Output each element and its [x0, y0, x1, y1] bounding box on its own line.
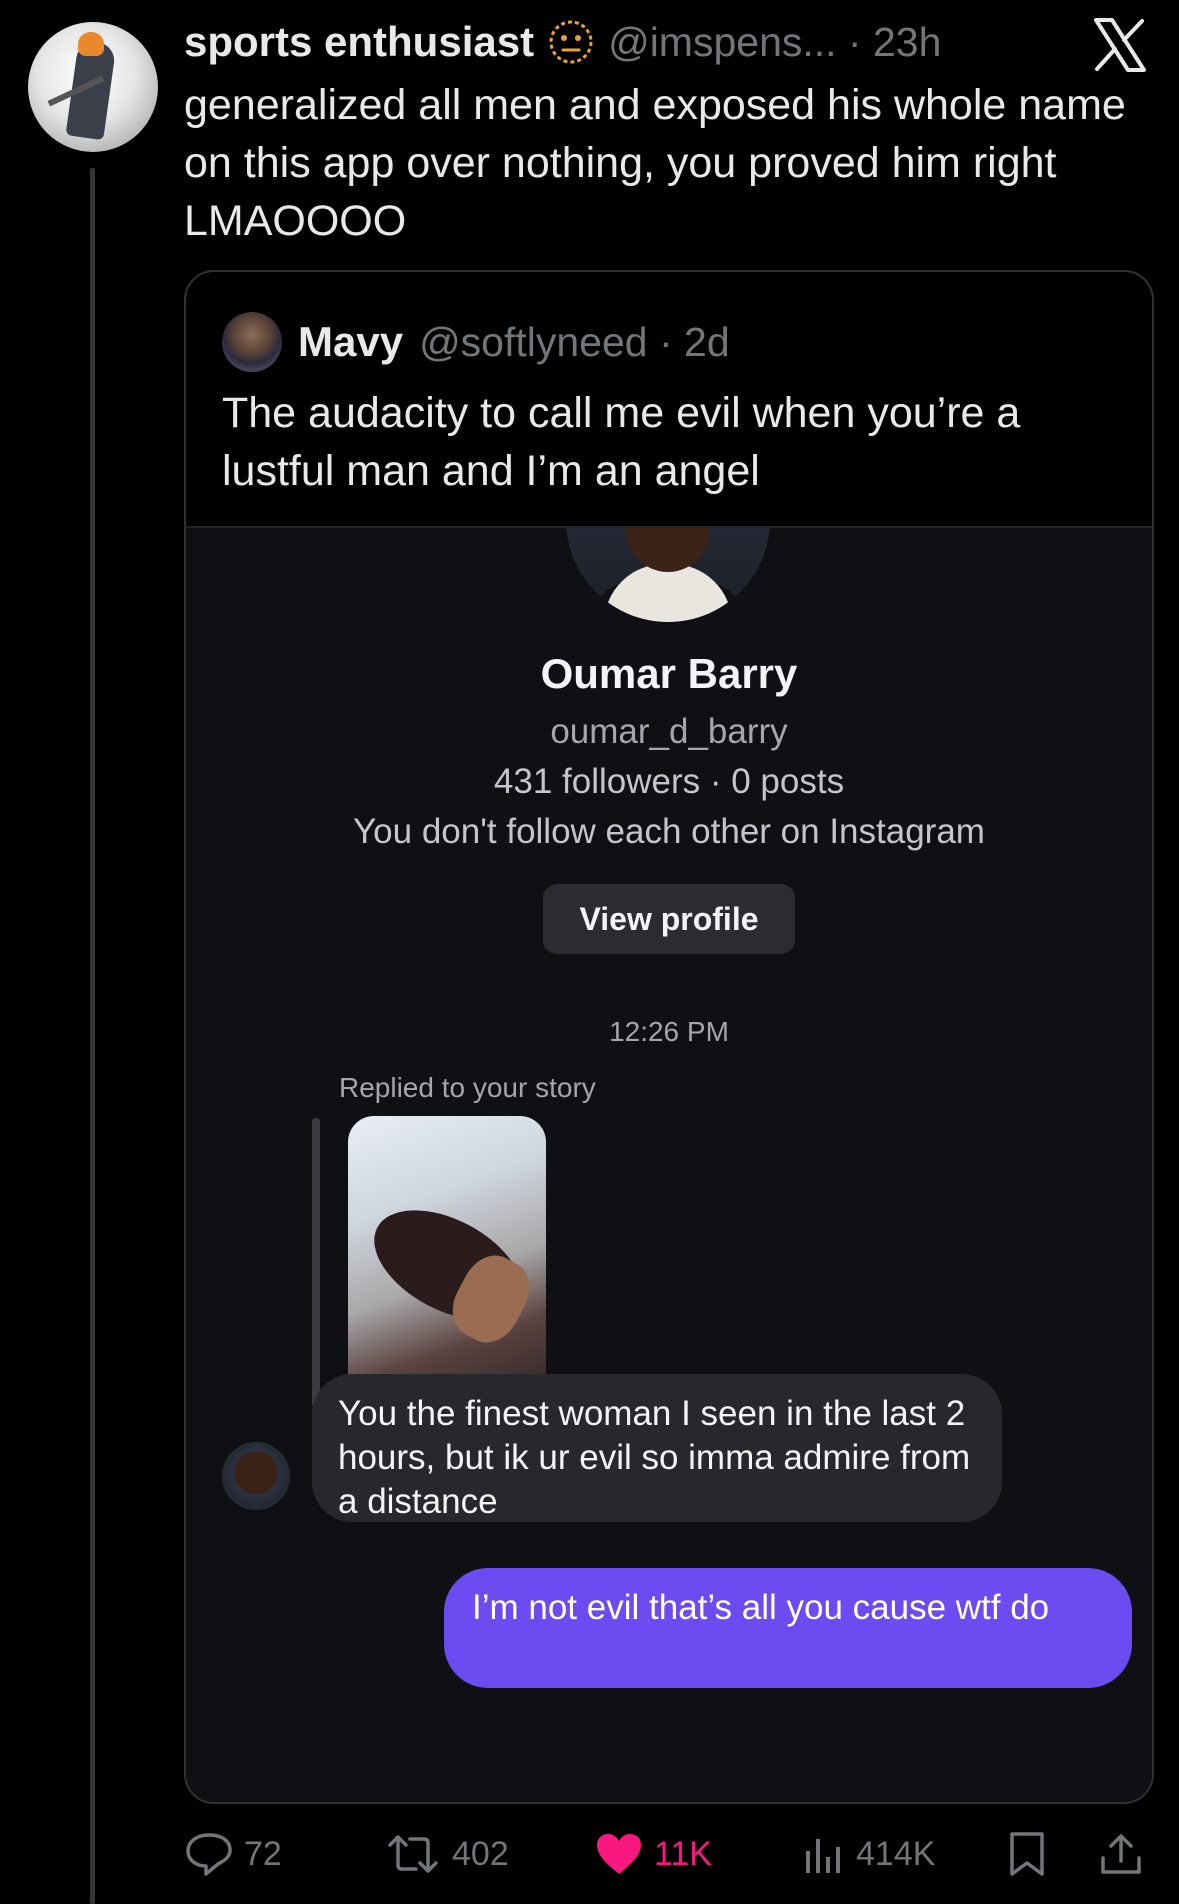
- like-button[interactable]: 11K: [594, 1826, 712, 1882]
- bookmark-button[interactable]: [1006, 1826, 1048, 1882]
- bookmark-icon: [1010, 1832, 1044, 1876]
- like-count: 11K: [654, 1834, 712, 1873]
- share-icon: [1101, 1834, 1141, 1874]
- repost-count: 402: [452, 1834, 509, 1873]
- view-profile-button: View profile: [543, 884, 795, 954]
- views-button[interactable]: 414K: [800, 1826, 935, 1882]
- quote-header: Mavy @softlyneed · 2d: [298, 312, 730, 372]
- follow-status-note: You don't follow each other on Instagram: [353, 812, 985, 851]
- quote-author-name[interactable]: Mavy: [298, 318, 403, 366]
- quote-tweet-card[interactable]: Mavy @softlyneed · 2d The audacity to ca…: [184, 270, 1154, 1804]
- views-icon: [806, 1839, 840, 1873]
- sent-message-text: I’m not evil that’s all you cause wtf do: [472, 1588, 1050, 1627]
- author-display-name[interactable]: sports enthusiast: [184, 18, 534, 66]
- repost-button[interactable]: 402: [384, 1826, 509, 1882]
- quote-author-avatar[interactable]: [222, 312, 282, 372]
- story-reply-bar: [312, 1118, 320, 1408]
- profile-stats: 431 followers · 0 posts: [493, 762, 845, 801]
- attached-screenshot[interactable]: Oumar Barry oumar_d_barry 431 followers …: [186, 526, 1152, 1802]
- story-thumbnail: [348, 1116, 546, 1406]
- neutral-face-emoji-icon: [549, 20, 593, 64]
- reply-icon: [186, 1833, 232, 1876]
- message-timestamp: 12:26 PM: [609, 1016, 729, 1047]
- tweet-text: generalized all men and exposed his whol…: [184, 81, 1126, 245]
- reply-count: 72: [244, 1834, 282, 1873]
- repost-icon: [388, 1835, 438, 1873]
- reply-button[interactable]: 72: [184, 1826, 282, 1882]
- view-count: 414K: [856, 1834, 936, 1873]
- profile-photo: [566, 528, 770, 622]
- received-message-text: You the finest woman I seen in the last …: [338, 1394, 971, 1521]
- profile-username: oumar_d_barry: [550, 712, 788, 751]
- thread-line: [90, 168, 95, 1904]
- quote-text: The audacity to call me evil when you’re…: [222, 389, 1021, 495]
- profile-name: Oumar Barry: [540, 650, 798, 697]
- tweet-header: sports enthusiast @imspens... · 23h: [184, 16, 941, 68]
- x-logo-icon[interactable]: [1092, 18, 1148, 72]
- sender-avatar: [222, 1442, 290, 1510]
- share-button[interactable]: [1098, 1826, 1144, 1882]
- author-handle-time[interactable]: @imspens... · 23h: [608, 19, 941, 66]
- author-avatar[interactable]: [28, 22, 158, 152]
- quote-author-handle-time[interactable]: @softlyneed · 2d: [419, 319, 730, 366]
- heart-icon: [597, 1834, 641, 1874]
- replied-to-story-label: Replied to your story: [339, 1072, 596, 1103]
